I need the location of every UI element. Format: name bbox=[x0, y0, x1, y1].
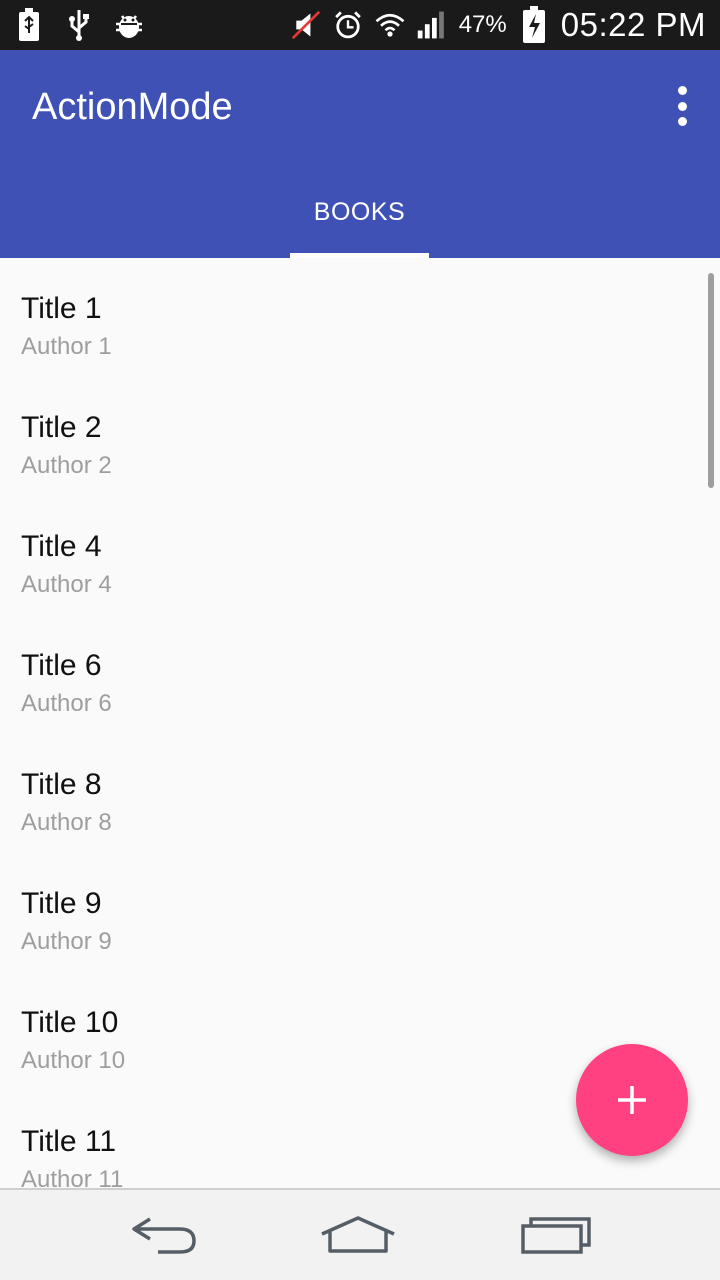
plus-icon bbox=[618, 1086, 646, 1114]
alarm-icon bbox=[333, 8, 363, 42]
book-author: Author 2 bbox=[21, 452, 112, 479]
book-title: Title 2 bbox=[21, 411, 102, 444]
recents-button[interactable] bbox=[513, 1210, 593, 1260]
clock: 05:22 PM bbox=[560, 6, 706, 43]
scrollbar[interactable] bbox=[708, 273, 714, 488]
back-icon bbox=[132, 1217, 196, 1254]
tab-label: BOOKS bbox=[313, 197, 406, 226]
book-author: Author 4 bbox=[21, 571, 112, 598]
tab-books[interactable]: BOOKS bbox=[290, 178, 429, 258]
battery-charging-icon bbox=[519, 6, 549, 43]
home-button[interactable] bbox=[318, 1210, 398, 1260]
battery-percent: 47% bbox=[458, 11, 507, 38]
list-item[interactable]: Title 9 Author 9 bbox=[0, 853, 720, 972]
list-item[interactable]: Title 2 Author 2 bbox=[0, 377, 720, 496]
book-author: Author 1 bbox=[21, 333, 112, 360]
book-title: Title 6 bbox=[21, 649, 102, 682]
list-item[interactable]: Title 4 Author 4 bbox=[0, 496, 720, 615]
list-item[interactable]: Title 8 Author 8 bbox=[0, 734, 720, 853]
book-author: Author 9 bbox=[21, 928, 112, 955]
usb-icon bbox=[64, 8, 94, 42]
recents-icon bbox=[521, 1217, 591, 1254]
navigation-bar bbox=[0, 1188, 720, 1280]
signal-icon bbox=[417, 8, 447, 42]
list-item[interactable]: Title 1 Author 1 bbox=[0, 258, 720, 377]
mute-icon bbox=[291, 8, 321, 42]
add-book-button[interactable] bbox=[576, 1044, 688, 1156]
app-bar: ActionMode BOOKS bbox=[0, 50, 720, 258]
back-button[interactable] bbox=[124, 1210, 204, 1260]
app-title: ActionMode bbox=[32, 86, 233, 128]
battery-usb-icon bbox=[14, 8, 44, 42]
status-bar: 47% 05:22 PM bbox=[0, 0, 720, 50]
book-author: Author 8 bbox=[21, 809, 112, 836]
more-vert-icon[interactable] bbox=[670, 86, 694, 126]
book-title: Title 9 bbox=[21, 887, 102, 920]
wifi-icon bbox=[375, 8, 405, 42]
book-title: Title 8 bbox=[21, 768, 102, 801]
book-title: Title 1 bbox=[21, 292, 102, 325]
book-title: Title 4 bbox=[21, 530, 102, 563]
book-author: Author 11 bbox=[21, 1166, 124, 1188]
book-title: Title 10 bbox=[21, 1006, 119, 1039]
book-author: Author 6 bbox=[21, 690, 112, 717]
list-item[interactable]: Title 6 Author 6 bbox=[0, 615, 720, 734]
home-icon bbox=[321, 1216, 395, 1253]
android-debug-icon bbox=[114, 8, 144, 42]
